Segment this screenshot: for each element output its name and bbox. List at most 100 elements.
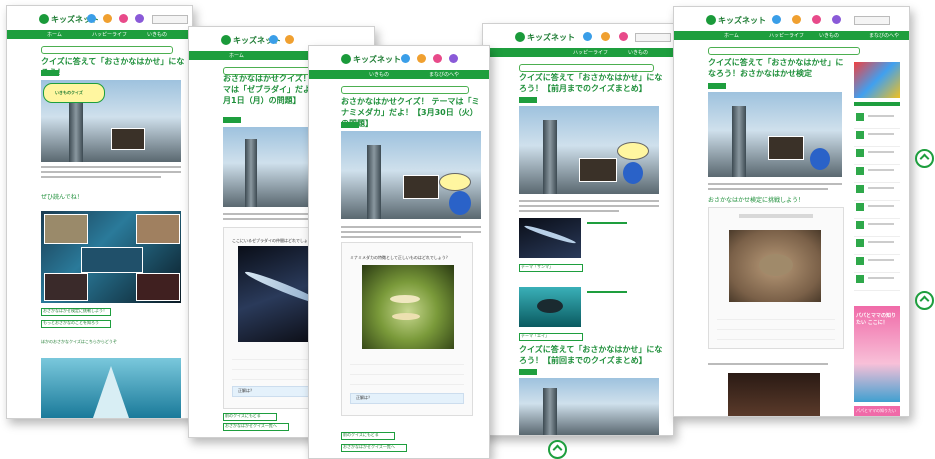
nav-item[interactable]: まなびのへや	[869, 32, 899, 39]
page-card-5[interactable]: キッズネット ホーム ハッピーライフ いきもの まなびのへや クイズに答えて「お…	[673, 6, 910, 417]
link-label[interactable]: おさかなはかせ検定に挑戦しよう！	[43, 308, 107, 314]
thumb-label[interactable]: テーマ「エイ」	[521, 333, 549, 339]
aquarium-tower	[543, 388, 557, 435]
nav-icon[interactable]	[135, 14, 144, 23]
sidebar-item[interactable]	[854, 146, 900, 165]
section-title: クイズに答えて「おさかなはかせ」になろう！【前回までのクイズまとめ】	[519, 345, 663, 365]
nav-icon[interactable]	[401, 54, 410, 63]
sidebar-item[interactable]	[854, 164, 900, 183]
nav-icon[interactable]	[87, 14, 96, 23]
page-card-4[interactable]: キッズネット ハッピーライフ いきもの クイズに答えて「おさかなはかせ」になろう…	[482, 23, 674, 436]
sidebar-item[interactable]	[854, 200, 900, 219]
site-logo-icon[interactable]	[341, 54, 351, 64]
list-button-label[interactable]: おさかなはかせクイズ一覧へ	[343, 444, 395, 450]
nav-item[interactable]: ハッピーライフ	[769, 32, 804, 39]
nav-icon[interactable]	[285, 35, 294, 44]
sidebar-thumb	[856, 221, 864, 229]
sidebar-item[interactable]	[854, 182, 900, 201]
page-card-3[interactable]: キッズネット いきもの まなびのへや おさかなはかせクイズ！ テーマは「ミナミメ…	[308, 45, 490, 459]
scroll-to-top-icon[interactable]	[548, 440, 567, 459]
ad-banner[interactable]: パパとママの知りたい ここに！	[854, 306, 900, 402]
sidebar-item[interactable]	[854, 236, 900, 255]
nav-item[interactable]: まなびのへや	[429, 71, 459, 78]
page-card-1[interactable]: キッズネット ホーム ハッピーライフ いきもの クイズに答えて「おさかなはかせ」…	[6, 5, 193, 419]
answer-option[interactable]	[350, 367, 464, 375]
nav-item[interactable]: いきもの	[147, 31, 167, 38]
link-label[interactable]: もっとおさかなのことを知ろう	[43, 320, 99, 326]
nav-item[interactable]: ハッピーライフ	[573, 49, 608, 56]
fish-photo	[136, 273, 180, 301]
nav-icon[interactable]	[792, 15, 801, 24]
body-text	[41, 166, 181, 168]
scroll-to-top-icon[interactable]	[915, 149, 934, 168]
category-tag	[519, 97, 537, 103]
answer-option[interactable]	[717, 312, 835, 320]
nav-item[interactable]: いきもの	[369, 71, 389, 78]
quiz-thumb[interactable]	[519, 218, 581, 258]
page-title: おさかなはかせクイズ！ テーマは「ミナミメダカ」だよ！【3月30日（火）の問題】	[341, 97, 480, 128]
breadcrumb[interactable]	[708, 47, 860, 55]
category-tag	[341, 122, 359, 128]
search-input[interactable]	[635, 33, 671, 42]
body-text	[341, 231, 481, 233]
quiz-thumb[interactable]	[519, 287, 581, 327]
sidebar-item[interactable]	[854, 110, 900, 129]
answer-option[interactable]	[350, 377, 464, 385]
answer-option[interactable]	[717, 332, 835, 340]
site-logo-icon[interactable]	[515, 32, 525, 42]
search-input[interactable]	[152, 15, 188, 24]
hero-image	[519, 378, 659, 435]
back-button-label[interactable]: 前のクイズにもどる	[225, 413, 261, 419]
nav-item[interactable]: ハッピーライフ	[92, 31, 127, 38]
nav-icon[interactable]	[812, 15, 821, 24]
site-logo-text: キッズネット	[353, 55, 401, 64]
answer-label: 正解は？	[238, 388, 254, 393]
list-button-label[interactable]: おさかなはかせクイズ一覧へ	[225, 423, 277, 429]
fish-photo	[768, 136, 804, 160]
sidebar-item-label	[868, 187, 894, 189]
nav-icon[interactable]	[583, 32, 592, 41]
ad-banner[interactable]: パパとママの知りたい	[854, 406, 900, 416]
nav-icon[interactable]	[433, 54, 442, 63]
fish-silhouette	[523, 223, 577, 246]
back-button-label[interactable]: 前のクイズにもどる	[343, 432, 379, 438]
sidebar-banner[interactable]	[854, 62, 900, 98]
thumb-label[interactable]: テーマ「サンマ」	[521, 264, 553, 270]
nav-icon[interactable]	[772, 15, 781, 24]
sidebar-item[interactable]	[854, 272, 900, 291]
page-title: クイズに答えて「おさかなはかせ」になろう！【前月までのクイズまとめ】	[519, 73, 663, 93]
nav-icon[interactable]	[832, 15, 841, 24]
sidebar-thumb	[856, 113, 864, 121]
sidebar-item[interactable]	[854, 128, 900, 147]
scroll-to-top-icon[interactable]	[915, 291, 934, 310]
nav-item[interactable]: いきもの	[819, 32, 839, 39]
nav-item[interactable]: いきもの	[628, 49, 648, 56]
fish-collage	[41, 211, 181, 303]
sidebar-thumb	[856, 131, 864, 139]
nav-item[interactable]: ホーム	[724, 32, 739, 39]
breadcrumb[interactable]	[519, 64, 654, 72]
nav-item[interactable]: ホーム	[229, 52, 244, 59]
answer-option[interactable]	[350, 357, 464, 365]
aquarium-tower	[732, 106, 746, 177]
breadcrumb[interactable]	[341, 86, 469, 94]
site-logo-icon[interactable]	[39, 14, 49, 24]
nav-icon[interactable]	[119, 14, 128, 23]
site-logo-icon[interactable]	[221, 35, 231, 45]
sidebar-item[interactable]	[854, 218, 900, 237]
nav-icon[interactable]	[449, 54, 458, 63]
nav-icon[interactable]	[417, 54, 426, 63]
nav-icon[interactable]	[103, 14, 112, 23]
nav-item[interactable]: ホーム	[47, 31, 62, 38]
mascot-icon	[810, 148, 830, 170]
answer-option[interactable]	[717, 322, 835, 330]
nav-icon[interactable]	[269, 35, 278, 44]
nav-icon[interactable]	[619, 32, 628, 41]
sidebar-item[interactable]	[854, 254, 900, 273]
pagination[interactable]	[739, 214, 813, 218]
search-input[interactable]	[854, 16, 890, 25]
nav-icon[interactable]	[601, 32, 610, 41]
site-logo-icon[interactable]	[706, 15, 716, 25]
breadcrumb[interactable]	[41, 46, 173, 54]
sidebar-thumb	[856, 149, 864, 157]
